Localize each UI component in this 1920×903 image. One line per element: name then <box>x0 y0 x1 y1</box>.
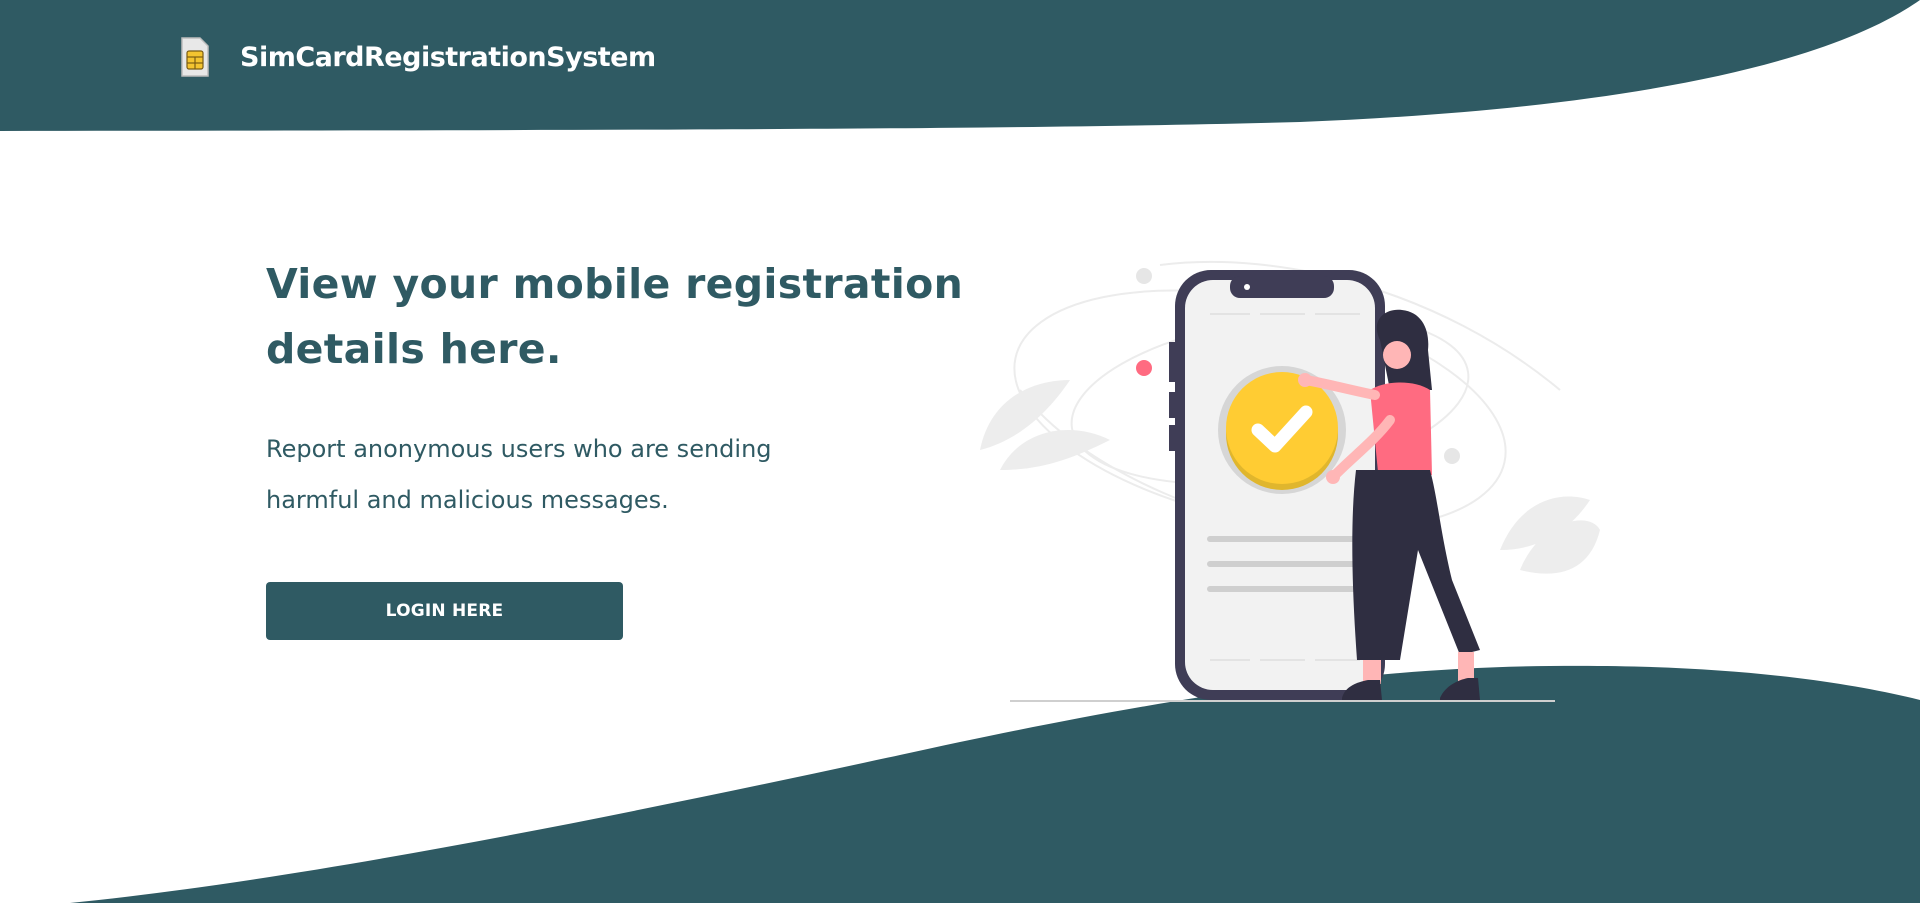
brand-name[interactable]: SimCardRegistrationSystem <box>240 42 656 73</box>
hero-title: View your mobile registration details he… <box>266 260 964 373</box>
decor-dot-pink <box>1136 360 1152 376</box>
hero-section: View your mobile registration details he… <box>266 252 966 640</box>
login-button[interactable]: LOGIN HERE <box>266 582 623 640</box>
sim-card-icon <box>181 37 209 77</box>
woman-with-phone-checkmark-illustration <box>980 260 1600 702</box>
decor-dot-grey <box>1136 268 1152 284</box>
hero-subtitle: Report anonymous users who are sending h… <box>266 435 772 514</box>
navbar: SimCardRegistrationSystem <box>180 34 656 80</box>
decor-dot-grey-right <box>1444 448 1460 464</box>
landing-page: SimCardRegistrationSystem View your mobi… <box>0 0 1920 903</box>
